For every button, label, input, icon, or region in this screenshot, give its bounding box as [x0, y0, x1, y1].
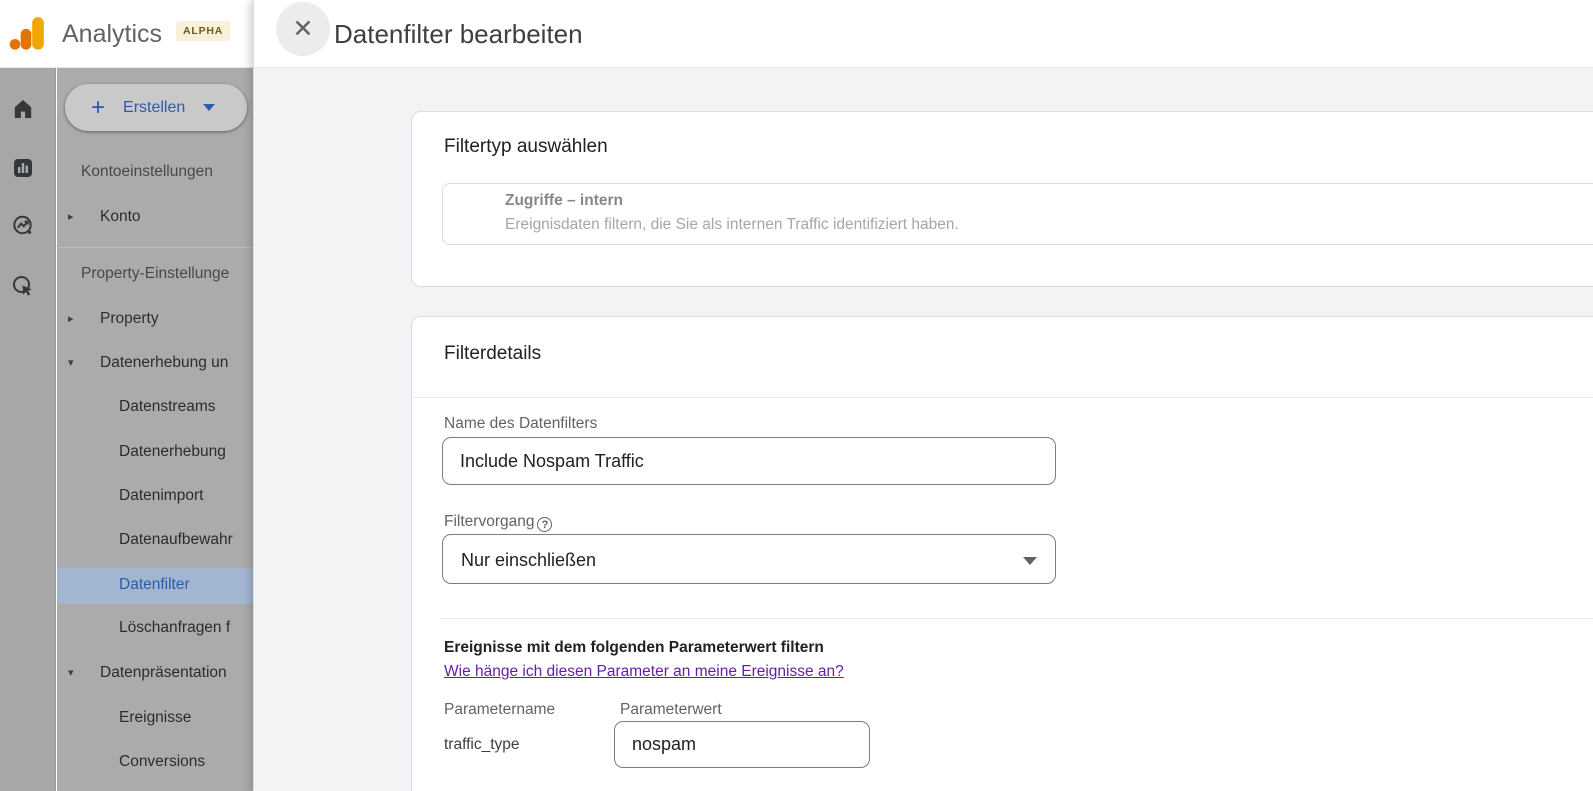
parameter-help-link[interactable]: Wie hänge ich diesen Parameter an meine …: [444, 663, 844, 681]
admin-sidebar: + Erstellen Kontoeinstellungen ▸ Konto Pr…: [57, 68, 253, 791]
option-title: Zugriffe – intern: [505, 192, 623, 209]
sidebar-section-kontoeinstellungen: Kontoeinstellungen: [57, 157, 253, 187]
option-description: Ereignisdaten filtern, die Sie als inter…: [505, 216, 959, 233]
section-divider: [440, 618, 1593, 619]
sidebar-item-datenfilter[interactable]: Datenfilter: [57, 570, 253, 600]
item-label: Datenerhebung un: [100, 354, 229, 371]
reports-icon[interactable]: [11, 156, 35, 180]
caret-down-icon: [203, 104, 216, 111]
create-button-label: Erstellen: [123, 98, 186, 116]
item-label: Datenpräsentation: [100, 664, 227, 681]
triangle-down-icon: ▾: [68, 357, 74, 369]
dialog-title: Datenfilter bearbeiten: [334, 19, 583, 49]
sidebar-item-datenstreams[interactable]: Datenstreams: [57, 392, 253, 422]
sidebar-item-ereignisse[interactable]: Ereignisse: [57, 703, 253, 733]
home-icon[interactable]: [11, 97, 35, 121]
item-label: Konto: [100, 208, 141, 225]
sidebar-item-loeschanfragen[interactable]: Löschanfragen f: [57, 613, 253, 643]
triangle-right-icon: ▸: [68, 313, 74, 325]
item-label: Datenerhebung: [119, 443, 226, 460]
triangle-right-icon: ▸: [68, 211, 74, 223]
sidebar-item-conversions[interactable]: Conversions: [57, 747, 253, 777]
section-label: Kontoeinstellungen: [81, 163, 213, 180]
filter-details-card-title: Filterdetails: [444, 343, 542, 364]
help-icon[interactable]: ?: [537, 517, 553, 532]
parameter-value-input[interactable]: [614, 721, 870, 768]
dialog-header: ✕ Datenfilter bearbeiten: [254, 0, 1593, 68]
triangle-down-icon: ▾: [68, 667, 74, 679]
filter-operation-label: Filtervorgang: [444, 513, 535, 530]
parameter-name-column-label: Parametername: [444, 701, 556, 718]
close-icon[interactable]: ✕: [276, 2, 330, 56]
plus-icon: +: [91, 93, 106, 121]
events-filter-heading: Ereignisse mit dem folgenden Parameterwe…: [444, 639, 824, 656]
sidebar-item-datenerhebung[interactable]: Datenerhebung: [57, 437, 253, 467]
parameter-name-value: traffic_type: [444, 736, 520, 753]
item-label: Property: [100, 310, 159, 327]
sidebar-item-datenaufbewahrung[interactable]: Datenaufbewahr: [57, 525, 253, 555]
create-button[interactable]: + Erstellen: [65, 84, 247, 131]
filter-operation-label-wrap: Filtervorgang?: [444, 513, 553, 532]
dropdown-arrow-icon: [1023, 557, 1037, 565]
section-label: Property-Einstellunge: [81, 265, 230, 282]
sidebar-item-datenerhebung-und[interactable]: ▾ Datenerhebung un: [57, 348, 253, 378]
explore-icon[interactable]: [11, 214, 35, 238]
item-label: Datenfilter: [119, 576, 190, 593]
filter-type-card-title: Filtertyp auswählen: [444, 136, 608, 157]
app-top-bar: Analytics ALPHA: [0, 0, 253, 68]
item-label: Löschanfragen f: [119, 619, 231, 636]
card-divider: [412, 397, 1593, 398]
sidebar-divider: [57, 247, 253, 248]
item-label: Conversions: [119, 753, 206, 770]
item-label: Datenstreams: [119, 398, 216, 415]
selected-operation-value: Nur einschließen: [461, 550, 597, 570]
filter-details-card: Filterdetails Name des Datenfilters Filt…: [411, 316, 1593, 791]
item-label: Datenaufbewahr: [119, 531, 233, 548]
edit-data-filter-dialog: ✕ Datenfilter bearbeiten Filtertyp auswä…: [253, 0, 1593, 791]
filter-operation-select[interactable]: Nur einschließen: [442, 534, 1056, 584]
filter-name-input[interactable]: [442, 437, 1056, 485]
filter-type-card: Filtertyp auswählen Zugriffe – intern Er…: [411, 111, 1593, 287]
sidebar-item-datenpraesentation[interactable]: ▾ Datenpräsentation: [57, 658, 253, 688]
google-analytics-logo-icon[interactable]: [8, 13, 48, 53]
alpha-badge: ALPHA: [176, 21, 231, 41]
google-analytics-screen: Analytics ALPHA + Erstellen Kontoeinstel…: [0, 0, 1593, 791]
advertising-icon[interactable]: [11, 274, 35, 298]
parameter-value-column-label: Parameterwert: [620, 701, 722, 718]
item-label: Ereignisse: [119, 709, 192, 726]
app-nav-rail: [0, 68, 56, 791]
product-name: Analytics: [62, 20, 163, 48]
filter-name-label: Name des Datenfilters: [444, 415, 598, 432]
sidebar-item-datenimport[interactable]: Datenimport: [57, 481, 253, 511]
filter-type-option-internal-traffic: Zugriffe – intern Ereignisdaten filtern,…: [442, 183, 1593, 245]
dialog-body: Filtertyp auswählen Zugriffe – intern Er…: [254, 68, 1593, 791]
sidebar-item-property[interactable]: ▸ Property: [57, 304, 253, 334]
item-label: Datenimport: [119, 487, 204, 504]
sidebar-section-property-einstellungen: Property-Einstellunge: [57, 259, 253, 289]
sidebar-item-konto[interactable]: ▸ Konto: [57, 202, 253, 232]
